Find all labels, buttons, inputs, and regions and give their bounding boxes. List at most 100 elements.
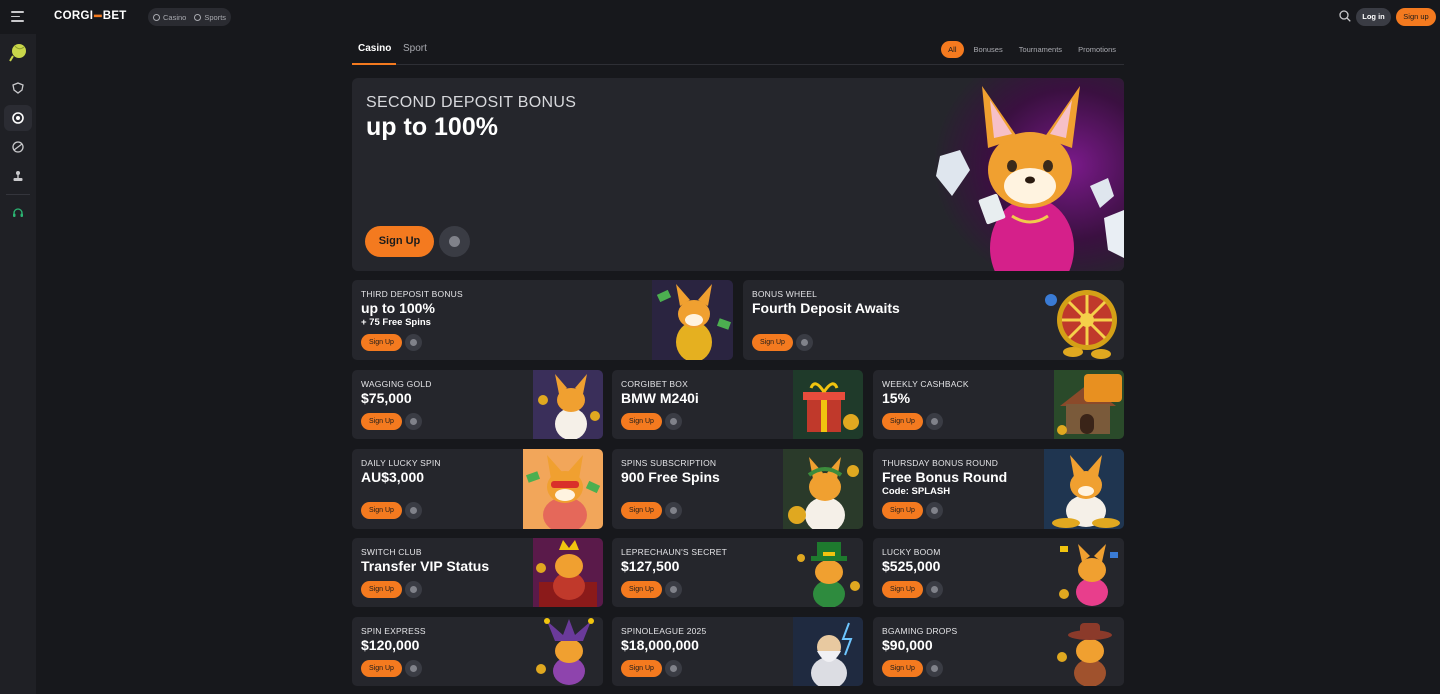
promo-info-button[interactable]	[926, 502, 943, 519]
corgi-leprechaun-illustration	[793, 538, 863, 607]
promo-card-daily-lucky-spin[interactable]: DAILY LUCKY SPIN AU$3,000 Sign Up	[352, 449, 603, 529]
sports-ball-icon[interactable]	[10, 139, 26, 155]
promo-card-weekly-cashback[interactable]: WEEKLY CASHBACK 15% Sign Up	[873, 370, 1124, 439]
promo-title: 15%	[882, 390, 911, 406]
corgi-cowboy-illustration	[1054, 617, 1124, 686]
promo-info-button[interactable]	[665, 413, 682, 430]
switch-casino[interactable]: Casino	[153, 13, 186, 22]
promo-signup-button[interactable]: Sign Up	[621, 413, 662, 430]
logo-text-left: CORGI	[54, 10, 94, 22]
promo-signup-button[interactable]: Sign Up	[621, 660, 662, 677]
promo-title: $120,000	[361, 637, 420, 653]
promo-signup-button[interactable]: Sign Up	[621, 581, 662, 598]
promo-card-bonus-wheel[interactable]: BONUS WHEEL Fourth Deposit Awaits Sign U…	[743, 280, 1124, 360]
corgi-party-illustration	[1054, 538, 1124, 607]
promo-label: SWITCH CLUB	[361, 547, 422, 557]
switch-sports[interactable]: Sports	[194, 13, 226, 22]
promo-card-lucky-boom[interactable]: LUCKY BOOM $525,000 Sign Up	[873, 538, 1124, 607]
shield-icon[interactable]	[10, 80, 26, 96]
promo-card-bgaming-drops[interactable]: BGAMING DROPS $90,000 Sign Up	[873, 617, 1124, 686]
casino-sports-switcher: Casino Sports	[148, 8, 232, 26]
promo-label: SPINOLEAGUE 2025	[621, 626, 707, 636]
promo-info-button[interactable]	[665, 660, 682, 677]
promo-info-button[interactable]	[796, 334, 813, 351]
promo-card-corgibet-box[interactable]: CORGIBET BOX BMW M240i Sign Up	[612, 370, 863, 439]
login-button[interactable]: Log in	[1356, 8, 1391, 26]
promo-signup-button[interactable]: Sign Up	[882, 502, 923, 519]
cashback-house-illustration	[1054, 370, 1124, 439]
promo-card-wagging-gold[interactable]: WAGGING GOLD $75,000 Sign Up	[352, 370, 603, 439]
promo-label: SPIN EXPRESS	[361, 626, 426, 636]
promo-info-button[interactable]	[405, 413, 422, 430]
hero-banner: SECOND DEPOSIT BONUS up to 100% Sign Up	[352, 78, 1124, 271]
promo-label: BGAMING DROPS	[882, 626, 958, 636]
hero-title: up to 100%	[366, 113, 498, 141]
promo-info-button[interactable]	[926, 581, 943, 598]
promo-card-spin-express[interactable]: SPIN EXPRESS $120,000 Sign Up	[352, 617, 603, 686]
promo-title: Free Bonus Round	[882, 469, 1008, 485]
filter-promotions[interactable]: Promotions	[1070, 41, 1124, 58]
promo-card-spins-subscription[interactable]: SPINS SUBSCRIPTION 900 Free Spins Sign U…	[612, 449, 863, 529]
promo-info-button[interactable]	[405, 502, 422, 519]
tab-casino[interactable]: Casino	[358, 43, 391, 54]
promo-label: WAGGING GOLD	[361, 379, 432, 389]
promo-info-button[interactable]	[926, 413, 943, 430]
sidebar-divider	[6, 194, 30, 195]
signup-button[interactable]: Sign up	[1396, 8, 1436, 26]
active-tab-indicator	[352, 63, 396, 65]
promo-title: Transfer VIP Status	[361, 558, 490, 574]
switch-sports-label: Sports	[204, 12, 227, 22]
promo-signup-button[interactable]: Sign Up	[882, 413, 923, 430]
search-icon[interactable]	[1339, 10, 1351, 22]
promo-info-button[interactable]	[405, 334, 422, 351]
support-headset-icon[interactable]	[10, 205, 26, 221]
tab-sport[interactable]: Sport	[403, 43, 427, 54]
corgi-money-illustration	[652, 280, 733, 360]
casino-chip-icon[interactable]	[10, 110, 26, 126]
promo-title: $75,000	[361, 390, 412, 406]
logo[interactable]: CORGI ━ BET	[54, 9, 127, 23]
promo-title: BMW M240i	[621, 390, 699, 406]
promo-signup-button[interactable]: Sign Up	[752, 334, 793, 351]
promo-card-leprechauns-secret[interactable]: LEPRECHAUN'S SECRET $127,500 Sign Up	[612, 538, 863, 607]
promo-label: LEPRECHAUN'S SECRET	[621, 547, 728, 557]
promo-title: Fourth Deposit Awaits	[752, 300, 900, 316]
tennis-ball-icon[interactable]	[8, 43, 28, 63]
promo-signup-button[interactable]: Sign Up	[361, 334, 402, 351]
promo-signup-button[interactable]: Sign Up	[361, 502, 402, 519]
filter-bonuses[interactable]: Bonuses	[966, 41, 1011, 58]
hero-signup-button[interactable]: Sign Up	[365, 226, 434, 257]
promo-info-button[interactable]	[405, 660, 422, 677]
menu-icon[interactable]	[11, 11, 24, 22]
promo-signup-button[interactable]: Sign Up	[361, 660, 402, 677]
promo-signup-button[interactable]: Sign Up	[621, 502, 662, 519]
hero-info-button[interactable]	[439, 226, 470, 257]
corgi-gold-illustration	[533, 370, 603, 439]
corgi-diamond-illustration	[912, 78, 1124, 271]
casino-icon	[153, 13, 160, 21]
promo-signup-button[interactable]: Sign Up	[882, 581, 923, 598]
joystick-icon[interactable]	[10, 168, 26, 184]
promo-title: $127,500	[621, 558, 680, 574]
gift-box-illustration	[793, 370, 863, 439]
promo-card-spinoleague[interactable]: SPINOLEAGUE 2025 $18,000,000 Sign Up	[612, 617, 863, 686]
promo-title: $18,000,000	[621, 637, 699, 653]
promo-info-button[interactable]	[405, 581, 422, 598]
promo-info-button[interactable]	[665, 502, 682, 519]
sports-icon	[194, 13, 202, 21]
switch-casino-label: Casino	[163, 12, 187, 22]
filter-tournaments[interactable]: Tournaments	[1011, 41, 1070, 58]
promo-card-thursday-bonus-round[interactable]: THURSDAY BONUS ROUND Free Bonus Round Co…	[873, 449, 1124, 529]
promo-title: AU$3,000	[361, 469, 425, 485]
promo-signup-button[interactable]: Sign Up	[361, 581, 402, 598]
filter-all[interactable]: All	[941, 41, 964, 58]
promo-card-third-deposit[interactable]: THIRD DEPOSIT BONUS up to 100% + 75 Free…	[352, 280, 733, 360]
promo-signup-button[interactable]: Sign Up	[882, 660, 923, 677]
promo-signup-button[interactable]: Sign Up	[361, 413, 402, 430]
promo-card-switch-club[interactable]: SWITCH CLUB Transfer VIP Status Sign Up	[352, 538, 603, 607]
bonus-wheel-illustration	[1043, 280, 1124, 360]
promo-label: LUCKY BOOM	[882, 547, 941, 557]
promo-info-button[interactable]	[926, 660, 943, 677]
corgi-laurel-illustration	[783, 449, 863, 529]
promo-info-button[interactable]	[665, 581, 682, 598]
